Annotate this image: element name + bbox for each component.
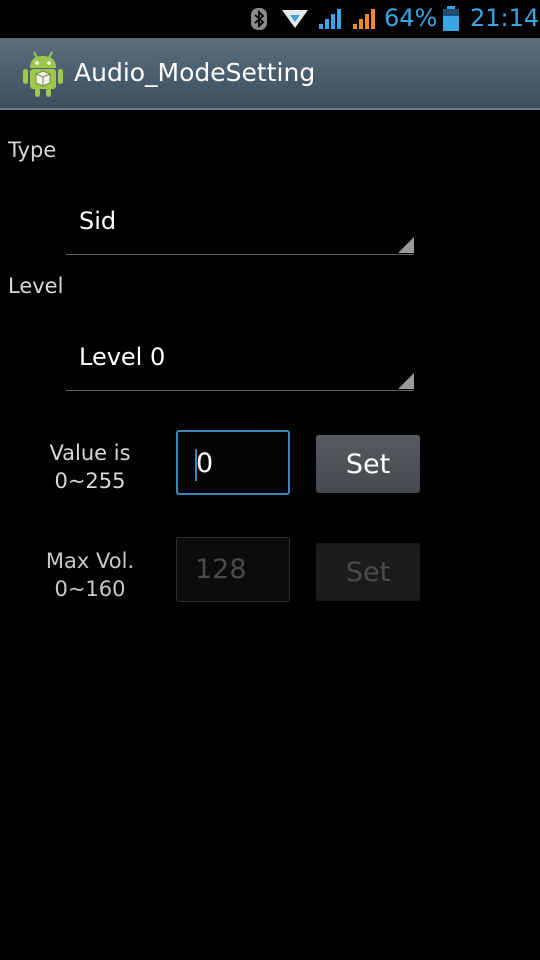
status-bar: 64% 21:14: [0, 0, 540, 38]
dropdown-arrow-icon: [398, 373, 414, 389]
battery-percent: 64%: [384, 4, 438, 32]
maxvol-input[interactable]: 128: [176, 537, 290, 602]
level-spinner-value: Level 0: [79, 343, 166, 371]
battery-icon: [442, 0, 460, 38]
clock: 21:14: [470, 4, 540, 32]
maxvol-range-label: Max Vol. 0~160: [30, 547, 150, 603]
maxvol-set-button[interactable]: Set: [316, 543, 420, 601]
value-input-text: 0: [196, 448, 214, 479]
app-title: Audio_ModeSetting: [74, 58, 316, 87]
maxvol-label-line2: 0~160: [54, 577, 126, 601]
value-input[interactable]: 0: [176, 430, 290, 495]
level-label: Level: [8, 274, 64, 298]
screen: 64% 21:14 Audio_ModeSetting Type Sid Lev…: [0, 0, 540, 960]
maxvol-input-text: 128: [195, 554, 247, 585]
type-spinner-value: Sid: [79, 207, 117, 235]
value-range-label: Value is 0~255: [30, 439, 150, 495]
maxvol-label-line1: Max Vol.: [45, 549, 135, 573]
type-label: Type: [8, 138, 57, 162]
type-spinner[interactable]: Sid: [66, 195, 414, 255]
notification-icon: [280, 0, 310, 38]
value-label-line1: Value is: [49, 441, 131, 465]
signal-icon-1: [318, 0, 344, 38]
dropdown-arrow-icon: [398, 237, 414, 253]
value-label-line2: 0~255: [54, 469, 126, 493]
android-robot-icon: [22, 50, 64, 98]
value-set-button[interactable]: Set: [316, 435, 420, 493]
text-cursor: [195, 449, 197, 481]
bluetooth-icon: [250, 0, 268, 38]
title-bar: Audio_ModeSetting: [0, 38, 540, 110]
signal-icon-2: [352, 0, 378, 38]
level-spinner[interactable]: Level 0: [66, 331, 414, 391]
